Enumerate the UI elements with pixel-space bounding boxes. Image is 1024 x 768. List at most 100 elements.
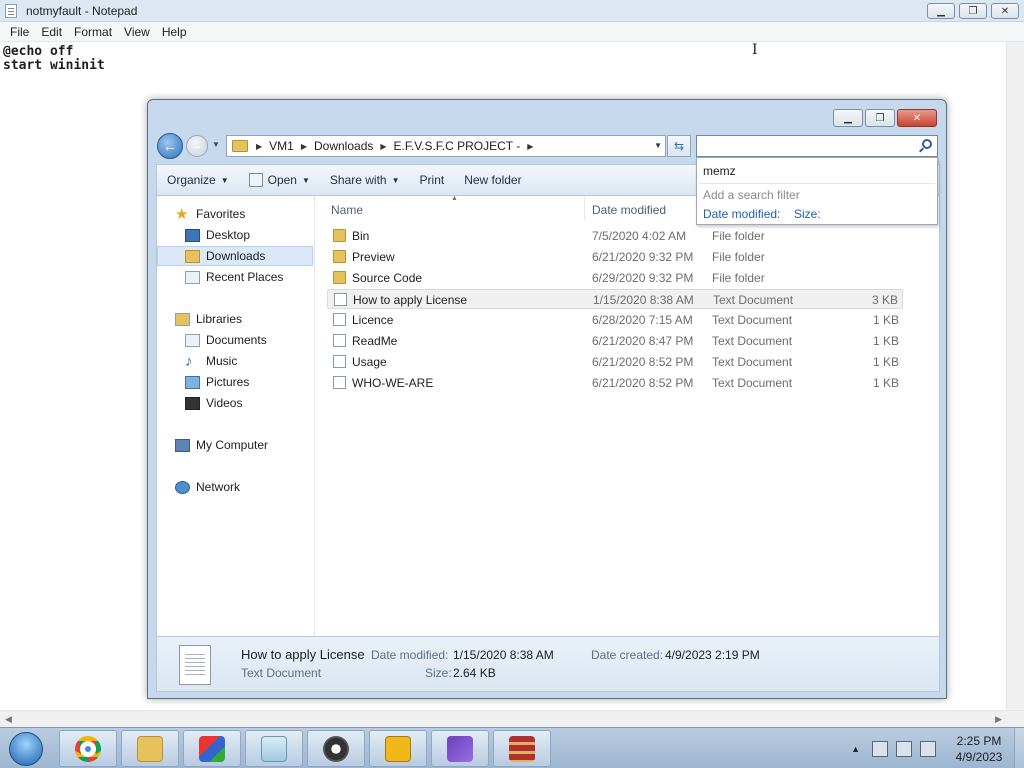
breadcrumb-vm1[interactable]: VM1 [266,139,297,153]
file-type: Text Document [713,293,794,307]
breadcrumb-downloads[interactable]: Downloads [311,139,376,153]
explorer-close-button[interactable]: ✕ [897,109,937,127]
nav-recent-places[interactable]: Recent Places [157,267,313,287]
nav-downloads[interactable]: Downloads [157,246,313,266]
share-label: Share with [329,173,387,187]
file-row[interactable]: Licence 6/28/2020 7:15 AM Text Document … [327,310,903,330]
organize-button[interactable]: Organize ▼ [157,165,239,195]
nav-videos[interactable]: Videos [157,393,313,413]
file-row-selected[interactable]: How to apply License 1/15/2020 8:38 AM T… [327,289,903,309]
network-status-icon[interactable] [896,740,912,757]
menu-format[interactable]: Format [68,25,118,39]
file-row[interactable]: Usage 6/21/2020 8:52 PM Text Document 1 … [327,352,903,372]
recent-pages-dropdown[interactable]: ▼ [212,140,220,149]
nav-favorites[interactable]: ★ Favorites [157,204,313,224]
downloads-folder-icon [185,249,200,263]
taskbar-paint-3d[interactable] [183,730,241,767]
desktop-icon [185,228,200,242]
explorer-maximize-button[interactable]: ❐ [865,109,895,127]
nav-music[interactable]: ♪ Music [157,351,313,371]
chevron-right-icon[interactable]: ▶ [523,142,537,151]
maximize-button[interactable]: ❐ [959,3,987,19]
menu-view[interactable]: View [118,25,156,39]
taskbar-settings[interactable] [307,730,365,767]
back-button[interactable]: ← [157,133,183,159]
file-date: 6/29/2020 9:32 PM [592,271,694,285]
nav-pictures[interactable]: Pictures [157,372,313,392]
shapes-icon [199,735,225,762]
filter-date-modified[interactable]: Date modified: [703,207,780,221]
column-name[interactable]: Name [331,203,363,217]
show-hidden-icons-icon[interactable]: ▲ [851,744,860,754]
horizontal-scrollbar[interactable]: ◀ ▶ [0,710,1024,727]
chevron-right-icon[interactable]: ▶ [376,142,390,151]
column-divider[interactable] [584,196,585,220]
nav-documents[interactable]: Documents [157,330,313,350]
open-button[interactable]: Open ▼ [239,165,320,195]
breadcrumb-project[interactable]: E.F.V.S.F.C PROJECT - [391,139,524,153]
new-folder-button[interactable]: New folder [454,165,531,195]
column-date-modified[interactable]: Date modified [592,203,666,217]
search-input[interactable] [701,137,901,155]
address-bar[interactable]: ▶ VM1 ▶ Downloads ▶ E.F.V.S.F.C PROJECT … [226,135,666,157]
nav-label: Favorites [196,207,246,221]
nav-my-computer[interactable]: My Computer [157,435,313,455]
file-name: Source Code [352,271,423,285]
forward-button[interactable]: → [186,135,208,157]
folder-icon [137,735,163,762]
action-center-icon[interactable] [872,740,888,757]
refresh-button[interactable]: ⇆ [667,135,691,157]
file-row[interactable]: Bin 7/5/2020 4:02 AM File folder [327,226,903,246]
file-size: 3 KB [871,293,898,307]
notepad-icon [5,4,17,18]
menu-help[interactable]: Help [156,25,193,39]
text-document-icon [333,355,346,368]
taskbar-visual-studio[interactable] [431,730,489,767]
taskbar-file-explorer[interactable] [121,730,179,767]
notepad-title: notmyfault - Notepad [26,4,138,18]
nav-desktop[interactable]: Desktop [157,225,313,245]
vertical-scrollbar[interactable] [1006,42,1024,710]
open-icon [248,173,263,187]
text-document-icon [179,645,211,685]
print-button[interactable]: Print [410,165,455,195]
details-pane: How to apply License Text Document Date … [156,636,940,692]
chevron-right-icon[interactable]: ▶ [252,142,266,151]
menu-edit[interactable]: Edit [35,25,68,39]
scroll-right-icon[interactable]: ▶ [995,714,1002,725]
file-row[interactable]: ReadMe 6/21/2020 8:47 PM Text Document 1… [327,331,903,351]
search-box[interactable] [696,135,938,157]
filter-size[interactable]: Size: [794,207,821,221]
menu-file[interactable]: File [4,25,35,39]
file-row[interactable]: Source Code 6/29/2020 9:32 PM File folde… [327,268,903,288]
scroll-left-icon[interactable]: ◀ [5,714,12,725]
taskbar-rockstar[interactable] [369,730,427,767]
text-document-icon [333,313,346,326]
nav-label: Documents [206,333,267,347]
taskbar-chrome[interactable] [59,730,117,767]
suggestion-item[interactable]: memz [703,164,736,178]
chevron-right-icon[interactable]: ▶ [297,142,311,151]
nav-label: Music [206,354,238,368]
taskbar-notepad[interactable] [245,730,303,767]
start-button[interactable] [2,730,50,767]
volume-icon[interactable] [920,740,936,757]
taskbar-winrar[interactable] [493,730,551,767]
minimize-button[interactable]: ▁ [927,3,955,19]
notepad-menu-bar: File Edit Format View Help [0,22,1024,42]
show-desktop-button[interactable] [1014,728,1024,768]
close-button[interactable]: ✕ [991,3,1019,19]
nav-network[interactable]: Network [157,477,313,497]
file-date: 6/21/2020 8:52 PM [592,355,694,369]
notepad-title-bar[interactable]: notmyfault - Notepad ▁ ❐ ✕ [0,0,1024,22]
file-row[interactable]: Preview 6/21/2020 9:32 PM File folder [327,247,903,267]
file-row[interactable]: WHO-WE-ARE 6/21/2020 8:52 PM Text Docume… [327,373,903,393]
address-dropdown-icon[interactable]: ▼ [654,141,662,150]
share-with-button[interactable]: Share with ▼ [320,165,410,195]
explorer-minimize-button[interactable]: ▁ [833,109,863,127]
search-icon[interactable] [922,139,932,149]
nav-libraries[interactable]: Libraries [157,309,313,329]
details-modified-value: 1/15/2020 8:38 AM [453,648,554,662]
file-date: 7/5/2020 4:02 AM [592,229,687,243]
clock[interactable]: 2:25 PM 4/9/2023 [944,733,1014,765]
